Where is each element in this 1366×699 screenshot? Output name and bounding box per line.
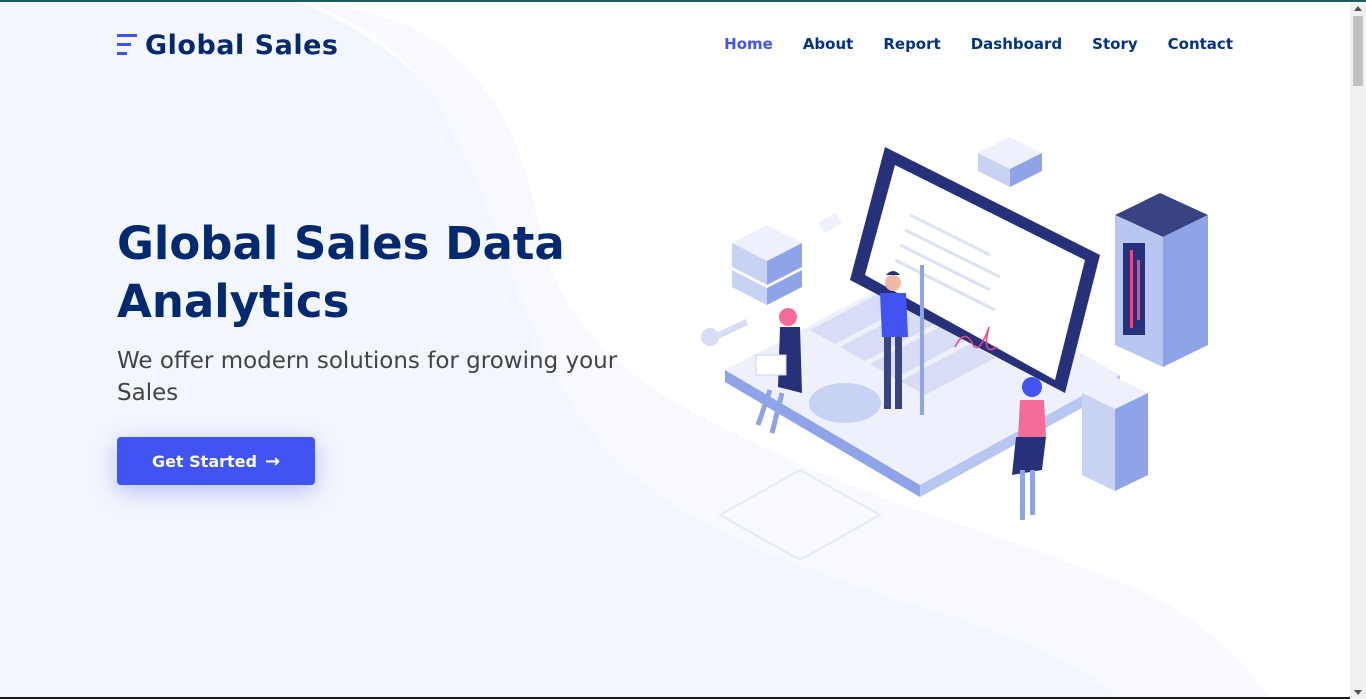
scrollbar-thumb[interactable] bbox=[1353, 16, 1363, 86]
get-started-button[interactable]: Get Started → bbox=[117, 437, 315, 485]
brand-name: Global Sales bbox=[145, 29, 339, 61]
scroll-up-icon[interactable] bbox=[1354, 6, 1362, 11]
ground-tile bbox=[717, 468, 883, 562]
nav-contact[interactable]: Contact bbox=[1168, 34, 1233, 54]
nav-dashboard[interactable]: Dashboard bbox=[971, 34, 1062, 54]
floating-tile bbox=[818, 212, 842, 234]
brand-logo[interactable]: Global Sales bbox=[117, 28, 338, 62]
hero-section: Global Sales Data Analytics We offer mod… bbox=[117, 215, 657, 409]
hero-title-line2: Analytics bbox=[117, 275, 350, 328]
hero-title: Global Sales Data Analytics bbox=[117, 215, 657, 331]
page-scrollbar[interactable] bbox=[1350, 2, 1366, 699]
analytics-illustration bbox=[701, 137, 1208, 562]
server-tower bbox=[1115, 193, 1208, 367]
arrow-right-icon: → bbox=[264, 450, 281, 472]
laptop-trackpad bbox=[809, 383, 881, 423]
nav-home[interactable]: Home bbox=[724, 34, 773, 54]
site-header: Global Sales Home About Report Dashboard… bbox=[0, 2, 1350, 82]
server-stack-right bbox=[1082, 377, 1148, 491]
key-icon bbox=[701, 319, 748, 346]
get-started-label: Get Started bbox=[151, 451, 257, 471]
scroll-down-icon[interactable] bbox=[1354, 690, 1362, 695]
logo-bars-icon bbox=[117, 34, 137, 55]
hero-subtitle: We offer modern solutions for growing yo… bbox=[117, 348, 618, 406]
server-stack-left bbox=[732, 225, 802, 305]
hero-title-line1: Global Sales Data bbox=[117, 217, 565, 270]
server-top bbox=[978, 137, 1042, 187]
nav-about[interactable]: About bbox=[803, 34, 854, 54]
nav-story[interactable]: Story bbox=[1092, 34, 1137, 54]
main-nav: Home About Report Dashboard Story Contac… bbox=[694, 34, 1233, 54]
nav-report[interactable]: Report bbox=[883, 34, 940, 54]
